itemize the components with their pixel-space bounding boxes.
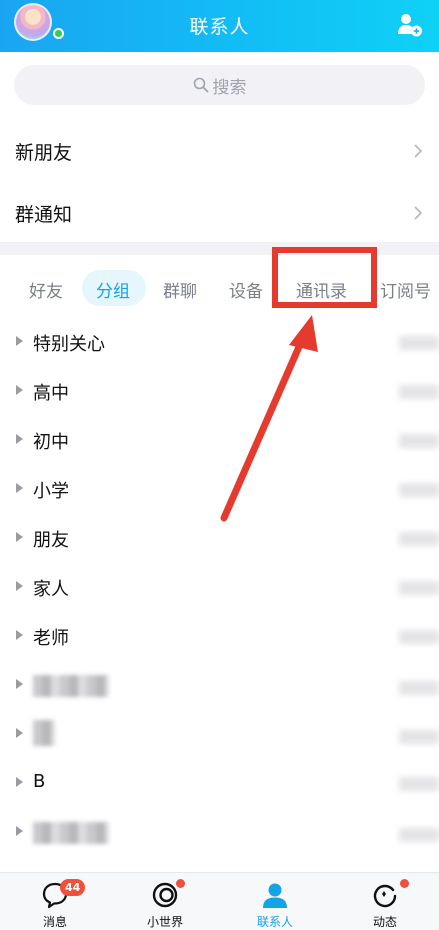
- expand-triangle-icon: [16, 630, 23, 640]
- tab-friends[interactable]: 好友: [29, 277, 63, 302]
- group-label: 老师: [33, 628, 69, 649]
- nav-label: 消息: [42, 915, 67, 929]
- redacted-name: [33, 822, 109, 844]
- group-redacted-3[interactable]: [0, 808, 439, 857]
- expand-triangle-icon: [16, 483, 23, 493]
- search-input[interactable]: 搜索: [14, 65, 425, 105]
- expand-triangle-icon: [16, 679, 23, 689]
- nav-messages[interactable]: 44 消息: [0, 873, 110, 930]
- blurred-count: [399, 483, 439, 497]
- group-label: 高中: [33, 383, 69, 404]
- expand-triangle-icon: [16, 336, 23, 346]
- notification-dot: [176, 879, 185, 888]
- blurred-count: [399, 385, 439, 399]
- nav-label: 联系人: [256, 915, 293, 929]
- blurred-count: [399, 681, 439, 695]
- blurred-count: [399, 532, 439, 546]
- blurred-count: [399, 777, 439, 791]
- group-family[interactable]: 家人: [0, 563, 439, 612]
- blurred-count: [399, 434, 439, 448]
- expand-triangle-icon: [16, 826, 23, 836]
- bottom-nav: 44 消息 小世界 联系人 动态: [0, 872, 439, 930]
- group-special-care[interactable]: 特别关心: [0, 318, 439, 367]
- group-b[interactable]: B: [0, 759, 439, 808]
- nav-small-world[interactable]: 小世界: [110, 873, 220, 930]
- page-title: 联系人: [189, 16, 250, 38]
- chevron-right-icon: [414, 144, 423, 158]
- group-label: 朋友: [33, 530, 69, 551]
- blurred-count: [399, 828, 439, 842]
- redacted-name: [33, 720, 55, 746]
- tab-groups[interactable]: 分组: [96, 277, 130, 302]
- group-high-school[interactable]: 高中: [0, 367, 439, 416]
- tab-subscriptions[interactable]: 订阅号: [380, 277, 431, 302]
- blurred-count: [399, 630, 439, 644]
- tab-devices[interactable]: 设备: [229, 277, 263, 302]
- expand-triangle-icon: [16, 728, 23, 738]
- unread-badge: 44: [60, 879, 86, 896]
- nav-label: 动态: [372, 915, 397, 929]
- expand-triangle-icon: [16, 385, 23, 395]
- group-label: 初中: [33, 432, 69, 453]
- tab-group-chats[interactable]: 群聊: [163, 277, 197, 302]
- annotation-highlight-box: [272, 247, 377, 308]
- contacts-icon: [263, 883, 287, 908]
- expand-triangle-icon: [16, 777, 23, 787]
- group-label: B: [33, 771, 46, 792]
- group-label: 特别关心: [33, 334, 105, 355]
- world-icon: [152, 882, 178, 908]
- row-new-friends[interactable]: 新朋友: [0, 120, 439, 182]
- group-middle-school[interactable]: 初中: [0, 416, 439, 465]
- row-group-notice[interactable]: 群通知: [0, 182, 439, 244]
- row-label: 群通知: [15, 204, 73, 226]
- top-bar: 联系人: [0, 0, 439, 52]
- chevron-right-icon: [414, 206, 423, 220]
- nav-contacts[interactable]: 联系人: [220, 873, 330, 930]
- blurred-count: [399, 581, 439, 595]
- expand-triangle-icon: [16, 434, 23, 444]
- row-label: 新朋友: [15, 142, 73, 164]
- group-redacted-2[interactable]: [0, 710, 439, 759]
- nav-label: 小世界: [146, 915, 183, 929]
- group-teachers[interactable]: 老师: [0, 612, 439, 661]
- expand-triangle-icon: [16, 581, 23, 591]
- blurred-count: [399, 336, 439, 350]
- notification-dot: [400, 879, 409, 888]
- refresh-star-icon: [373, 884, 397, 908]
- search-icon: [193, 77, 208, 93]
- add-friend-icon[interactable]: [397, 12, 423, 38]
- group-friends[interactable]: 朋友: [0, 514, 439, 563]
- group-redacted-1[interactable]: [0, 661, 439, 710]
- nav-moments[interactable]: 动态: [330, 873, 439, 930]
- group-label: 家人: [33, 579, 69, 600]
- blurred-count: [399, 730, 439, 744]
- search-placeholder: 搜索: [212, 77, 247, 98]
- group-primary-school[interactable]: 小学: [0, 465, 439, 514]
- group-label: 小学: [33, 481, 69, 502]
- expand-triangle-icon: [16, 532, 23, 542]
- redacted-name: [33, 675, 109, 697]
